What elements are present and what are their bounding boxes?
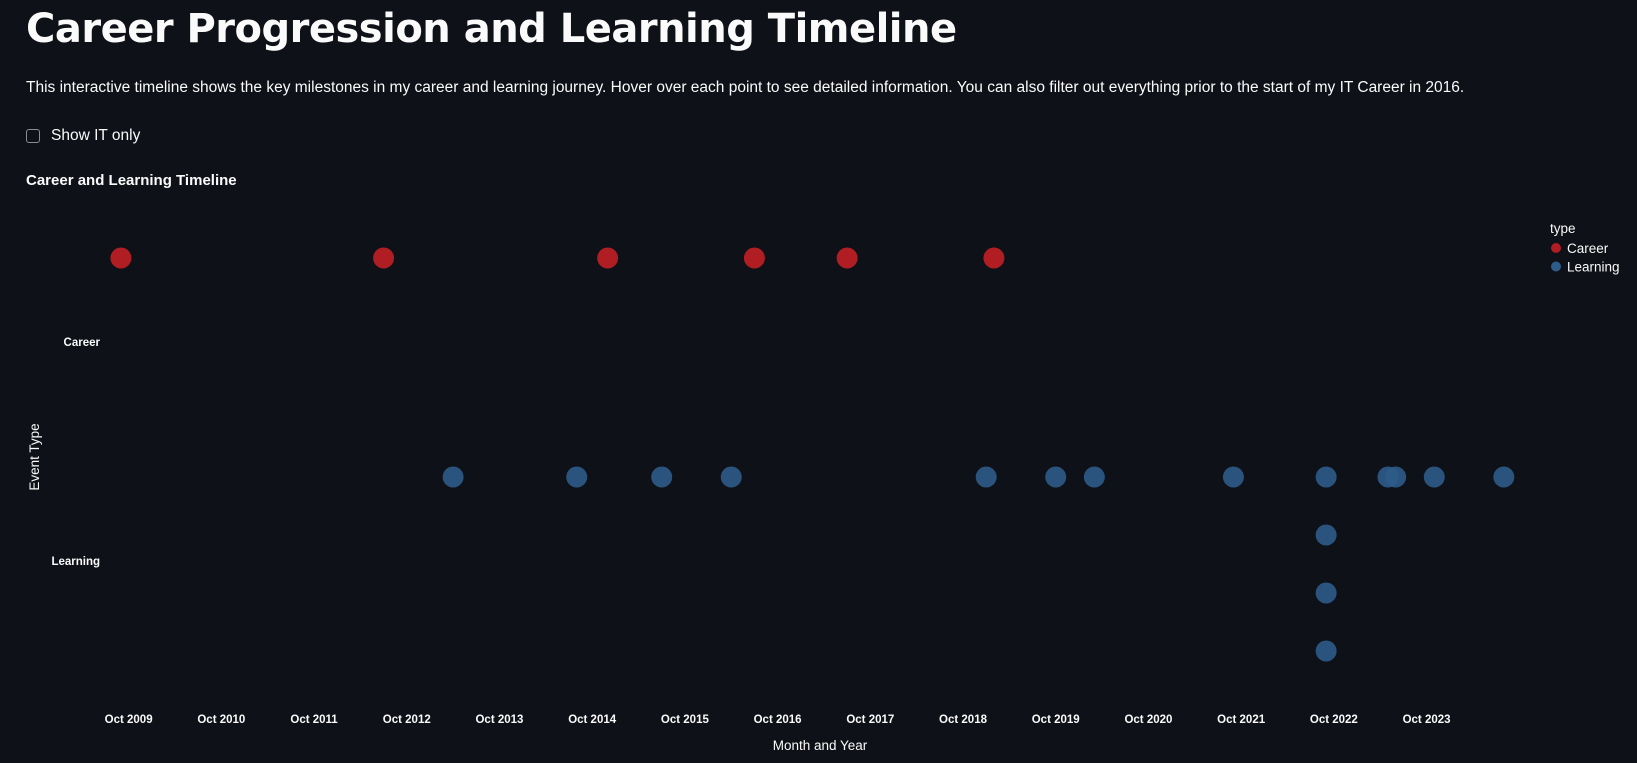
legend-label-learning: Learning	[1567, 260, 1620, 275]
career-point[interactable]	[373, 247, 395, 269]
x-tick-label: Oct 2018	[939, 714, 988, 726]
x-tick-label: Oct 2015	[661, 714, 710, 726]
learning-point[interactable]	[1385, 466, 1407, 488]
page: Career Progression and Learning Timeline…	[0, 0, 1637, 763]
x-axis-title: Month and Year	[773, 738, 868, 753]
career-point[interactable]	[836, 247, 858, 269]
x-tick-label: Oct 2013	[475, 714, 523, 726]
x-tick-label: Oct 2020	[1124, 714, 1172, 726]
learning-point[interactable]	[1315, 640, 1337, 662]
x-tick-label: Oct 2019	[1032, 714, 1080, 726]
learning-point[interactable]	[1423, 466, 1445, 488]
x-tick-label: Oct 2016	[754, 714, 802, 726]
career-point[interactable]	[983, 247, 1005, 269]
x-tick-label: Oct 2014	[568, 714, 617, 726]
y-category-label: Career	[64, 337, 101, 349]
learning-point[interactable]	[651, 466, 673, 488]
y-axis-title: Event Type	[27, 423, 42, 490]
career-point[interactable]	[597, 247, 619, 269]
y-category-label: Learning	[51, 556, 100, 568]
learning-point[interactable]	[1045, 466, 1067, 488]
x-tick-label: Oct 2017	[846, 714, 894, 726]
legend-label-career: Career	[1567, 241, 1609, 256]
career-point[interactable]	[110, 247, 132, 269]
career-point[interactable]	[743, 247, 765, 269]
learning-point[interactable]	[975, 466, 997, 488]
learning-point[interactable]	[1493, 466, 1515, 488]
learning-point[interactable]	[566, 466, 588, 488]
timeline-chart[interactable]: Oct 2009 Oct 2010 Oct 2011 Oct 2012 Oct 2013…	[0, 0, 1637, 763]
learning-point[interactable]	[1315, 524, 1337, 546]
x-tick-label: Oct 2021	[1217, 714, 1266, 726]
x-tick-label: Oct 2010	[197, 714, 245, 726]
legend-marker-learning	[1551, 261, 1561, 272]
legend-title: type	[1550, 221, 1576, 236]
learning-point[interactable]	[1315, 466, 1337, 488]
legend-marker-career	[1551, 243, 1561, 253]
x-tick-label: Oct 2012	[383, 714, 431, 726]
learning-point[interactable]	[442, 466, 464, 488]
learning-point[interactable]	[1083, 466, 1105, 488]
learning-point[interactable]	[720, 466, 742, 488]
learning-point[interactable]	[1315, 582, 1337, 604]
x-tick-label: Oct 2011	[290, 714, 338, 726]
x-tick-label: Oct 2022	[1310, 714, 1358, 726]
x-tick-label: Oct 2009	[105, 714, 153, 726]
x-tick-label: Oct 2023	[1403, 714, 1451, 726]
learning-point[interactable]	[1222, 466, 1244, 488]
